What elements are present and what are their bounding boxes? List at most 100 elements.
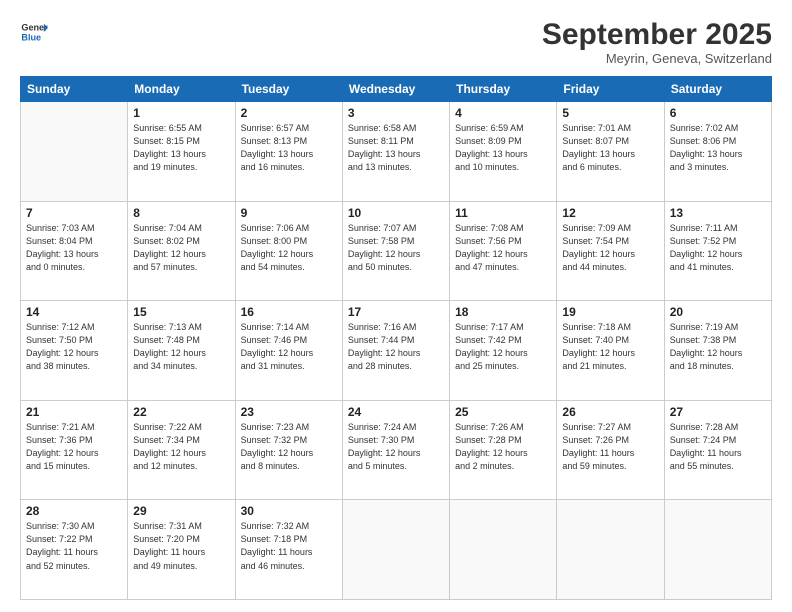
day-cell: 5 Sunrise: 7:01 AM Sunset: 8:07 PM Daylig… <box>557 102 664 202</box>
weekday-tuesday: Tuesday <box>235 77 342 102</box>
weekday-wednesday: Wednesday <box>342 77 449 102</box>
day-number: 12 <box>562 206 658 220</box>
day-info: Sunrise: 7:06 AM Sunset: 8:00 PM Dayligh… <box>241 222 337 274</box>
day-number: 7 <box>26 206 122 220</box>
title-block: September 2025 Meyrin, Geneva, Switzerla… <box>542 18 772 66</box>
day-cell: 8Sunrise: 7:04 AM Sunset: 8:02 PM Daylig… <box>128 201 235 301</box>
day-number: 24 <box>348 405 444 419</box>
day-cell: 23 Sunrise: 7:23 AM Sunset: 7:32 PM Dayli… <box>235 400 342 500</box>
day-number: 21 <box>26 405 122 419</box>
day-number: 16 <box>241 305 337 319</box>
day-cell: 7 Sunrise: 7:03 AM Sunset: 8:04 PM Daylig… <box>21 201 128 301</box>
weekday-monday: Monday <box>128 77 235 102</box>
day-number: 3 <box>348 106 444 120</box>
weekday-sunday: Sunday <box>21 77 128 102</box>
day-info: Sunrise: 6:58 AM Sunset: 8:11 PM Dayligh… <box>348 122 444 174</box>
day-info: Sunrise: 7:31 AM Sunset: 7:20 PM Dayligh… <box>133 520 229 572</box>
day-info: Sunrise: 7:28 AM Sunset: 7:24 PM Dayligh… <box>670 421 766 473</box>
day-info: Sunrise: 6:57 AM Sunset: 8:13 PM Dayligh… <box>241 122 337 174</box>
day-info: Sunrise: 7:02 AM Sunset: 8:06 PM Dayligh… <box>670 122 766 174</box>
day-info: Sunrise: 7:11 AM Sunset: 7:52 PM Dayligh… <box>670 222 766 274</box>
day-info: Sunrise: 7:14 AM Sunset: 7:46 PM Dayligh… <box>241 321 337 373</box>
day-cell: 19 Sunrise: 7:18 AM Sunset: 7:40 PM Dayli… <box>557 301 664 401</box>
day-number: 19 <box>562 305 658 319</box>
day-cell: 3 Sunrise: 6:58 AM Sunset: 8:11 PM Daylig… <box>342 102 449 202</box>
day-number: 29 <box>133 504 229 518</box>
day-cell <box>342 500 449 600</box>
day-cell: 20Sunrise: 7:19 AM Sunset: 7:38 PM Dayli… <box>664 301 771 401</box>
day-number: 26 <box>562 405 658 419</box>
day-info: Sunrise: 7:21 AM Sunset: 7:36 PM Dayligh… <box>26 421 122 473</box>
day-number: 27 <box>670 405 766 419</box>
day-number: 18 <box>455 305 551 319</box>
day-info: Sunrise: 7:16 AM Sunset: 7:44 PM Dayligh… <box>348 321 444 373</box>
day-info: Sunrise: 7:03 AM Sunset: 8:04 PM Dayligh… <box>26 222 122 274</box>
month-title: September 2025 <box>542 18 772 51</box>
day-number: 14 <box>26 305 122 319</box>
day-cell: 6 Sunrise: 7:02 AM Sunset: 8:06 PM Daylig… <box>664 102 771 202</box>
week-row-5: 28Sunrise: 7:30 AM Sunset: 7:22 PM Dayli… <box>21 500 772 600</box>
day-number: 10 <box>348 206 444 220</box>
day-info: Sunrise: 7:30 AM Sunset: 7:22 PM Dayligh… <box>26 520 122 572</box>
day-cell: 26Sunrise: 7:27 AM Sunset: 7:26 PM Dayli… <box>557 400 664 500</box>
day-number: 9 <box>241 206 337 220</box>
weekday-friday: Friday <box>557 77 664 102</box>
header: General Blue September 2025 Meyrin, Gene… <box>20 18 772 66</box>
day-cell <box>664 500 771 600</box>
day-cell: 15 Sunrise: 7:13 AM Sunset: 7:48 PM Dayli… <box>128 301 235 401</box>
day-info: Sunrise: 7:09 AM Sunset: 7:54 PM Dayligh… <box>562 222 658 274</box>
day-cell: 2Sunrise: 6:57 AM Sunset: 8:13 PM Daylig… <box>235 102 342 202</box>
day-info: Sunrise: 7:17 AM Sunset: 7:42 PM Dayligh… <box>455 321 551 373</box>
day-cell: 16 Sunrise: 7:14 AM Sunset: 7:46 PM Dayli… <box>235 301 342 401</box>
svg-text:Blue: Blue <box>21 32 41 42</box>
day-info: Sunrise: 6:55 AM Sunset: 8:15 PM Dayligh… <box>133 122 229 174</box>
day-cell <box>557 500 664 600</box>
day-info: Sunrise: 7:23 AM Sunset: 7:32 PM Dayligh… <box>241 421 337 473</box>
day-number: 6 <box>670 106 766 120</box>
logo: General Blue <box>20 18 48 46</box>
day-cell: 1 Sunrise: 6:55 AM Sunset: 8:15 PM Daylig… <box>128 102 235 202</box>
day-info: Sunrise: 7:13 AM Sunset: 7:48 PM Dayligh… <box>133 321 229 373</box>
day-cell: 4 Sunrise: 6:59 AM Sunset: 8:09 PM Daylig… <box>450 102 557 202</box>
day-info: Sunrise: 7:01 AM Sunset: 8:07 PM Dayligh… <box>562 122 658 174</box>
day-info: Sunrise: 7:24 AM Sunset: 7:30 PM Dayligh… <box>348 421 444 473</box>
calendar-page: General Blue September 2025 Meyrin, Gene… <box>0 0 792 612</box>
day-cell: 10 Sunrise: 7:07 AM Sunset: 7:58 PM Dayli… <box>342 201 449 301</box>
week-row-2: 7 Sunrise: 7:03 AM Sunset: 8:04 PM Daylig… <box>21 201 772 301</box>
day-number: 23 <box>241 405 337 419</box>
day-number: 15 <box>133 305 229 319</box>
day-cell: 17Sunrise: 7:16 AM Sunset: 7:44 PM Dayli… <box>342 301 449 401</box>
week-row-4: 21 Sunrise: 7:21 AM Sunset: 7:36 PM Dayli… <box>21 400 772 500</box>
calendar-table: SundayMondayTuesdayWednesdayThursdayFrid… <box>20 76 772 600</box>
day-number: 25 <box>455 405 551 419</box>
day-info: Sunrise: 7:26 AM Sunset: 7:28 PM Dayligh… <box>455 421 551 473</box>
day-number: 20 <box>670 305 766 319</box>
day-number: 11 <box>455 206 551 220</box>
day-info: Sunrise: 7:08 AM Sunset: 7:56 PM Dayligh… <box>455 222 551 274</box>
weekday-thursday: Thursday <box>450 77 557 102</box>
day-number: 1 <box>133 106 229 120</box>
day-number: 13 <box>670 206 766 220</box>
day-cell <box>21 102 128 202</box>
day-info: Sunrise: 6:59 AM Sunset: 8:09 PM Dayligh… <box>455 122 551 174</box>
day-number: 8 <box>133 206 229 220</box>
day-number: 30 <box>241 504 337 518</box>
day-cell: 21 Sunrise: 7:21 AM Sunset: 7:36 PM Dayli… <box>21 400 128 500</box>
weekday-saturday: Saturday <box>664 77 771 102</box>
day-number: 5 <box>562 106 658 120</box>
day-info: Sunrise: 7:18 AM Sunset: 7:40 PM Dayligh… <box>562 321 658 373</box>
day-cell: 30 Sunrise: 7:32 AM Sunset: 7:18 PM Dayli… <box>235 500 342 600</box>
week-row-1: 1 Sunrise: 6:55 AM Sunset: 8:15 PM Daylig… <box>21 102 772 202</box>
day-info: Sunrise: 7:07 AM Sunset: 7:58 PM Dayligh… <box>348 222 444 274</box>
day-cell: 28Sunrise: 7:30 AM Sunset: 7:22 PM Dayli… <box>21 500 128 600</box>
day-number: 22 <box>133 405 229 419</box>
day-info: Sunrise: 7:22 AM Sunset: 7:34 PM Dayligh… <box>133 421 229 473</box>
day-cell: 13 Sunrise: 7:11 AM Sunset: 7:52 PM Dayli… <box>664 201 771 301</box>
week-row-3: 14Sunrise: 7:12 AM Sunset: 7:50 PM Dayli… <box>21 301 772 401</box>
day-cell: 11 Sunrise: 7:08 AM Sunset: 7:56 PM Dayli… <box>450 201 557 301</box>
day-cell: 29 Sunrise: 7:31 AM Sunset: 7:20 PM Dayli… <box>128 500 235 600</box>
day-info: Sunrise: 7:32 AM Sunset: 7:18 PM Dayligh… <box>241 520 337 572</box>
day-cell: 9 Sunrise: 7:06 AM Sunset: 8:00 PM Daylig… <box>235 201 342 301</box>
weekday-header-row: SundayMondayTuesdayWednesdayThursdayFrid… <box>21 77 772 102</box>
day-number: 4 <box>455 106 551 120</box>
